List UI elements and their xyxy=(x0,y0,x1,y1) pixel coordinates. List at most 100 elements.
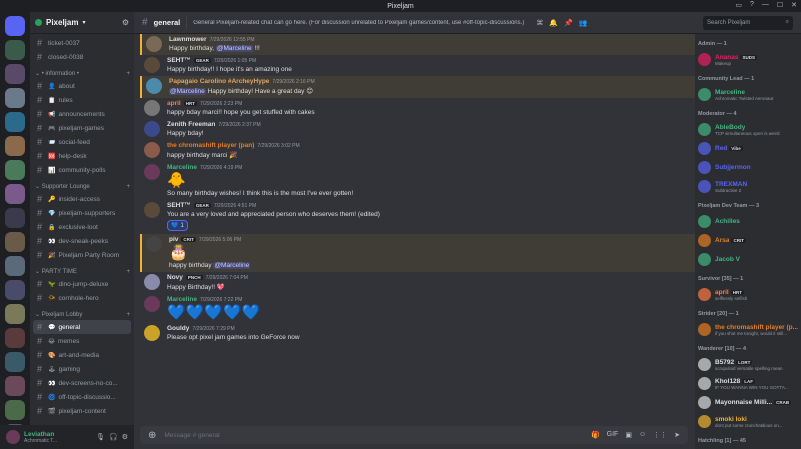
author-name[interactable]: SEHT™ xyxy=(167,57,191,64)
server-icon[interactable] xyxy=(5,352,25,372)
user-mention[interactable]: @Marceline xyxy=(215,45,253,52)
message[interactable]: Novy PNCH 7/29/2026 7:04 PM Happy Birthday!… xyxy=(140,272,695,294)
server-icon[interactable] xyxy=(5,328,25,348)
add-attachment-icon[interactable]: ⊕ xyxy=(148,430,156,441)
category-lobby[interactable]: ⌄ Pixeljam Lobby + xyxy=(30,305,134,320)
user-mention[interactable]: @Marceline xyxy=(169,88,206,95)
avatar[interactable] xyxy=(144,325,160,341)
message[interactable]: Papagaio Carolino #ArcheyHype 7/29/2026 2… xyxy=(140,76,695,98)
avatar[interactable] xyxy=(144,164,160,180)
author-name[interactable]: Gouldy xyxy=(167,325,189,332)
author-name[interactable]: the chromashift player (pan) xyxy=(167,142,254,149)
emoji-icon[interactable]: ☺ xyxy=(639,431,646,439)
apps-icon[interactable]: ⋮⋮ xyxy=(653,431,667,439)
member-item[interactable]: Jacob V xyxy=(695,250,801,269)
message[interactable]: Marceline 7/29/2026 7:22 PM 💙💙💙💙💙 xyxy=(140,294,695,323)
author-name[interactable]: Lawnmower xyxy=(169,36,207,43)
search-input[interactable]: Search Pixeljam ⌕ xyxy=(703,15,793,30)
home-icon[interactable] xyxy=(5,16,25,36)
channel-rules[interactable]: # 📋 rules xyxy=(33,93,131,107)
channel-community-polls[interactable]: # 📊 community-polls xyxy=(33,163,131,177)
channel-help-desk[interactable]: # 🆘 help-desk xyxy=(33,149,131,163)
channel-dino-jump-deluxe[interactable]: # 🦖 dino-jump-deluxe xyxy=(33,277,131,291)
message[interactable]: Gouldy 7/29/2026 7:29 PM Please opt pixel … xyxy=(140,323,695,344)
member-item[interactable]: AbleBody TCP simultaneous open is weird xyxy=(695,120,801,139)
threads-icon[interactable]: ⌘ xyxy=(536,19,543,27)
channel-pixeljam-content[interactable]: # 🎬 pixeljam-content xyxy=(33,404,131,418)
member-item[interactable]: the chromashift player (p... if you shot … xyxy=(695,320,801,339)
channel-pixeljam-games[interactable]: # 🎮 pixeljam-games xyxy=(33,121,131,135)
author-name[interactable]: Marceline xyxy=(167,296,197,303)
author-name[interactable]: Marceline xyxy=(167,164,197,171)
avatar[interactable] xyxy=(144,57,160,73)
help-icon[interactable]: ? xyxy=(750,1,754,9)
send-icon[interactable]: ➤ xyxy=(674,431,680,439)
headphones-icon[interactable]: 🎧 xyxy=(109,433,118,441)
server-icon[interactable] xyxy=(5,232,25,252)
avatar[interactable] xyxy=(144,142,160,158)
server-icon[interactable] xyxy=(5,88,25,108)
avatar[interactable] xyxy=(144,274,160,290)
message[interactable]: SEHT™ GEAR 7/29/2026 1:05 PM Happy birthday… xyxy=(140,55,695,76)
server-icon[interactable] xyxy=(5,160,25,180)
member-item[interactable]: Khol128 LAF IF YOU WANNA WIN YOU GOTTA... xyxy=(695,374,801,393)
sticker-icon[interactable]: ▣ xyxy=(625,431,632,439)
message[interactable]: Lawnmower 7/29/2026 12:55 PM Happy birthda… xyxy=(140,34,695,55)
author-name[interactable]: Zenith Freeman xyxy=(167,121,215,128)
message[interactable]: Marceline 7/29/2026 4:19 PM 🐥 So many birth… xyxy=(140,162,695,200)
user-mention[interactable]: @Marceline xyxy=(213,262,251,269)
author-name[interactable]: Novy xyxy=(167,274,183,281)
member-item[interactable]: april HRT selflessly selfish xyxy=(695,285,801,304)
server-icon[interactable] xyxy=(5,184,25,204)
member-item[interactable]: Subjjermon xyxy=(695,158,801,177)
channel-memes[interactable]: # 😂 memes xyxy=(33,334,131,348)
category-party[interactable]: ⌄ PARTY TIME + xyxy=(30,262,134,277)
category-information[interactable]: ⌄ • information • + xyxy=(30,64,134,79)
invite-icon[interactable]: ⚙ xyxy=(122,18,129,27)
channel-dev-screens-no-co-[interactable]: # 👀 dev-screens-no-co... xyxy=(33,376,131,390)
server-icon[interactable] xyxy=(5,40,25,60)
member-item[interactable]: TREXMAN Subtractive 2 xyxy=(695,177,801,196)
channel-gaming[interactable]: # 🕹 gaming xyxy=(33,362,131,376)
inbox-icon[interactable]: ▭ xyxy=(735,1,742,9)
server-icon[interactable] xyxy=(5,376,25,396)
message[interactable]: Zenith Freeman 7/29/2026 2:37 PM Happy bda… xyxy=(140,119,695,140)
channel-closed-0038[interactable]: # closed-0038 xyxy=(33,50,131,64)
server-icon[interactable] xyxy=(5,280,25,300)
author-name[interactable]: april xyxy=(167,100,181,107)
avatar[interactable] xyxy=(144,296,160,312)
avatar[interactable] xyxy=(146,36,162,52)
message-input[interactable]: Message # general xyxy=(164,432,219,439)
author-name[interactable]: piv xyxy=(169,236,178,243)
avatar[interactable] xyxy=(6,430,20,444)
minimize-icon[interactable]: — xyxy=(762,1,769,9)
author-name[interactable]: Papagaio Carolino #ArcheyHype xyxy=(169,78,269,85)
message-composer[interactable]: ⊕ Message # general 🎁 GIF ▣ ☺ ⋮⋮ ➤ xyxy=(140,426,688,444)
channel-ticket-0037[interactable]: # ticket-0037 xyxy=(33,36,131,50)
close-icon[interactable]: ✕ xyxy=(791,1,797,9)
maximize-icon[interactable]: ☐ xyxy=(777,1,783,9)
server-icon[interactable] xyxy=(5,400,25,420)
server-icon[interactable] xyxy=(5,112,25,132)
member-item[interactable]: smoki loki dont put some crunchatitious o… xyxy=(695,412,801,431)
avatar[interactable] xyxy=(146,236,162,252)
server-icon[interactable] xyxy=(5,208,25,228)
member-item[interactable]: Red Vibe xyxy=(695,139,801,158)
channel-pixeljam-supporters[interactable]: # 💎 pixeljam-supporters xyxy=(33,206,131,220)
message[interactable]: april HRT 7/29/2026 2:23 PM happy bday marc… xyxy=(140,98,695,119)
notification-icon[interactable]: 🔔 xyxy=(549,19,558,27)
author-name[interactable]: SEHT™ xyxy=(167,202,191,209)
channel-pixeljam-party-room[interactable]: # 🎉 Pixeljam Party Room xyxy=(33,248,131,262)
channel-off-topic-discussio-[interactable]: # 🌀 off-topic-discussio... xyxy=(33,390,131,404)
channel-about[interactable]: # 👤 about xyxy=(33,79,131,93)
guild-header[interactable]: Pixeljam ▾ ⚙ xyxy=(30,12,134,34)
reaction[interactable]: 💙 1 xyxy=(167,220,188,231)
channel-general[interactable]: # 💬 general xyxy=(33,320,131,334)
message[interactable]: piv CRIT 7/29/2026 5:06 PM 🎂 happy birthday … xyxy=(140,234,695,272)
category-supporter[interactable]: ⌄ Supporter Lounge + xyxy=(30,177,134,192)
pin-icon[interactable]: 📌 xyxy=(564,19,573,27)
settings-icon[interactable]: ⚙ xyxy=(122,433,128,441)
server-icon[interactable] xyxy=(5,64,25,84)
avatar[interactable] xyxy=(144,202,160,218)
member-item[interactable]: Achilles xyxy=(695,212,801,231)
